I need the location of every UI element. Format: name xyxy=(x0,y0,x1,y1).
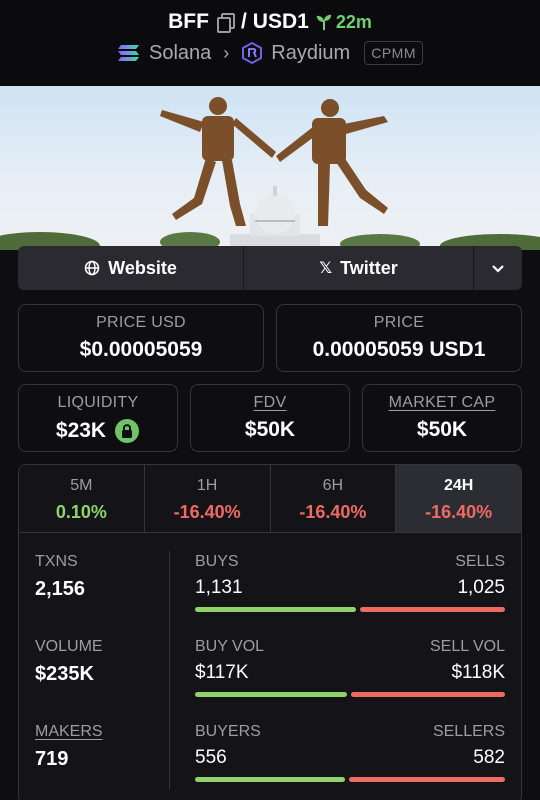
liquidity-card: LIQUIDITY $23K xyxy=(18,384,178,452)
sellers-value: 582 xyxy=(473,747,505,768)
sells-label: SELLS xyxy=(455,553,505,570)
price-native-value: 0.00005059 USD1 xyxy=(312,338,486,361)
banner-illustration xyxy=(0,97,540,250)
buy-sell-volume-stat: BUY VOL SELL VOL $117K $118K xyxy=(195,638,505,697)
makers-label[interactable]: MAKERS xyxy=(35,723,103,741)
buys-label: BUYS xyxy=(195,553,239,570)
base-token-symbol: BFF xyxy=(168,10,209,33)
lock-icon[interactable] xyxy=(114,418,140,444)
website-label: Website xyxy=(108,257,177,278)
pair-header: BFF / USD1 22m Solana › Raydium CPMM xyxy=(0,0,540,86)
sellers-label: SELLERS xyxy=(432,723,505,740)
buyers-label: BUYERS xyxy=(195,723,261,740)
copy-icon[interactable] xyxy=(216,13,235,33)
volume-label: VOLUME xyxy=(35,638,103,655)
sellers-bar-fill xyxy=(349,777,505,782)
chevron-right-icon: › xyxy=(223,42,230,63)
txns-label: TXNS xyxy=(35,553,78,570)
tab-change: -16.40% xyxy=(299,502,367,522)
chevron-down-icon xyxy=(492,265,504,273)
tab-5m[interactable]: 5M 0.10% xyxy=(19,465,145,532)
market-cap-card: MARKET CAP $50K xyxy=(362,384,522,452)
buy-vol-label: BUY VOL xyxy=(195,638,265,655)
sells-value: 1,025 xyxy=(457,577,505,598)
timeframe-tabs: 5M 0.10% 1H -16.40% 6H -16.40% 24H -16.4… xyxy=(19,465,521,533)
token-banner-image xyxy=(0,86,540,250)
website-button[interactable]: Website xyxy=(18,246,244,290)
tab-label: 1H xyxy=(196,477,218,494)
twitter-label: Twitter xyxy=(340,257,398,278)
price-usd-label: PRICE USD xyxy=(96,314,186,331)
dex-link[interactable]: Raydium xyxy=(271,42,350,65)
pair-age: 22m xyxy=(315,12,372,33)
txns-stat: TXNS 2,156 xyxy=(35,553,85,601)
sprout-icon xyxy=(316,14,332,31)
buys-sells-stat: BUYS SELLS 1,131 1,025 xyxy=(195,553,505,612)
pair-age-value: 22m xyxy=(335,11,372,32)
stats-grid: TXNS 2,156 BUYS SELLS 1,131 1,025 VOLUME… xyxy=(19,533,521,800)
tab-1h[interactable]: 1H -16.40% xyxy=(144,465,271,532)
makers-value: 719 xyxy=(35,748,69,770)
txns-value: 2,156 xyxy=(35,578,86,600)
solana-icon xyxy=(118,45,139,61)
price-usd-value: $0.00005059 xyxy=(79,338,203,361)
price-native-label: PRICE xyxy=(373,314,425,331)
price-native-card: PRICE 0.00005059 USD1 xyxy=(276,304,522,372)
tab-change: -16.40% xyxy=(425,502,493,522)
buyers-value: 556 xyxy=(195,747,227,768)
more-links-button[interactable] xyxy=(474,246,522,290)
fdv-card: FDV $50K xyxy=(190,384,350,452)
tab-label: 5M xyxy=(70,477,93,494)
sell-vol-label: SELL VOL xyxy=(429,638,505,655)
volume-stat: VOLUME $235K xyxy=(35,638,103,686)
pool-type-badge: CPMM xyxy=(364,41,423,65)
social-links-bar: Website 𝕏 Twitter xyxy=(18,246,522,290)
tab-24h[interactable]: 24H -16.40% xyxy=(396,465,521,532)
quote-token-symbol: USD1 xyxy=(252,10,309,33)
twitter-button[interactable]: 𝕏 Twitter xyxy=(244,246,474,290)
makers-stat: MAKERS 719 xyxy=(35,723,103,771)
market-cap-value: $50K xyxy=(416,418,468,441)
tab-label: 24H xyxy=(443,477,474,494)
tab-label: 6H xyxy=(322,477,344,494)
buys-sells-bar xyxy=(195,607,505,612)
buyers-bar-fill xyxy=(195,777,345,782)
chain-row: Solana › Raydium CPMM xyxy=(0,41,540,65)
buys-value: 1,131 xyxy=(195,577,243,598)
fdv-value: $50K xyxy=(244,418,296,441)
raydium-icon xyxy=(242,42,263,64)
price-usd-card: PRICE USD $0.00005059 xyxy=(18,304,264,372)
sells-bar-fill xyxy=(360,607,505,612)
liquidity-value-row: $23K xyxy=(19,418,177,444)
liquidity-label: LIQUIDITY xyxy=(57,394,139,411)
buy-vol-bar-fill xyxy=(195,692,347,697)
tab-change: 0.10% xyxy=(55,502,107,522)
buyers-sellers-stat: BUYERS SELLERS 556 582 xyxy=(195,723,505,782)
chain-link[interactable]: Solana xyxy=(149,42,211,65)
x-logo-icon: 𝕏 xyxy=(319,260,333,277)
tab-6h[interactable]: 6H -16.40% xyxy=(270,465,397,532)
tab-change: -16.40% xyxy=(173,502,241,522)
fdv-label[interactable]: FDV xyxy=(191,394,349,412)
liquidity-value: $23K xyxy=(55,419,107,442)
sell-vol-bar-fill xyxy=(351,692,505,697)
buy-sell-volume-bar xyxy=(195,692,505,697)
sell-vol-value: $118K xyxy=(451,662,505,683)
volume-value: $235K xyxy=(35,663,94,685)
buyers-sellers-bar xyxy=(195,777,505,782)
buys-bar-fill xyxy=(195,607,356,612)
pair-separator: / xyxy=(240,10,247,33)
pair-title: BFF / USD1 22m xyxy=(0,10,540,34)
market-cap-label[interactable]: MARKET CAP xyxy=(363,394,521,412)
txn-stats-panel: 5M 0.10% 1H -16.40% 6H -16.40% 24H -16.4… xyxy=(18,464,522,800)
globe-icon xyxy=(84,260,100,276)
stats-divider xyxy=(169,551,170,789)
buy-vol-value: $117K xyxy=(195,662,249,683)
